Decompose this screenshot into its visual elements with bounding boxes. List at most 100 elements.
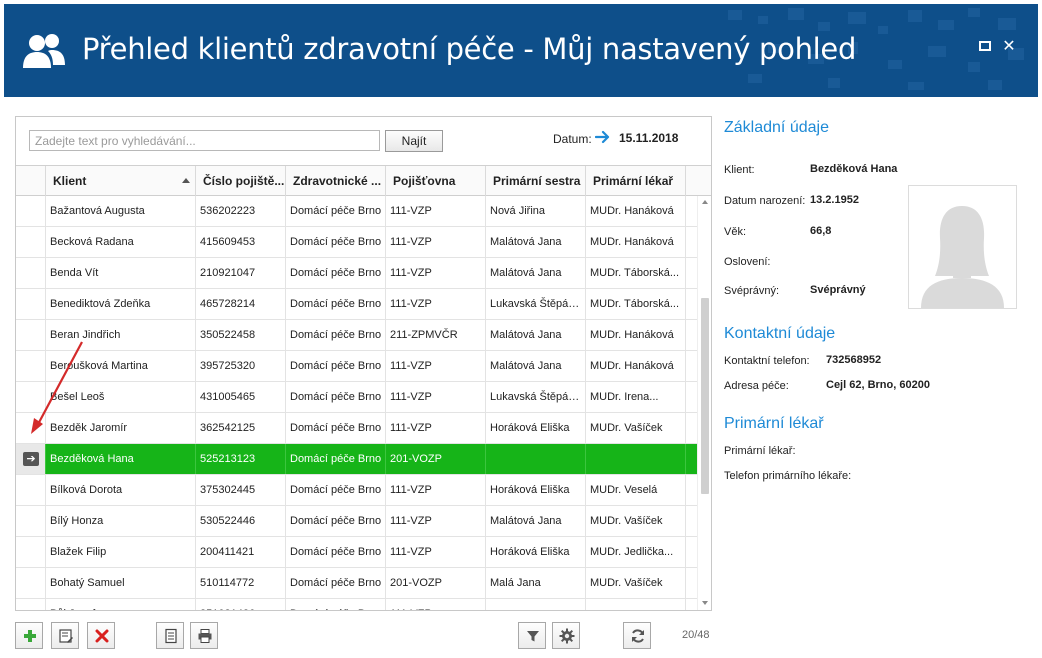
cell-primarni-lekar: MUDr. Hanáková	[586, 227, 686, 257]
table-row[interactable]: Bažantová Augusta 536202223 Domácí péče Br…	[16, 196, 697, 227]
table-row[interactable]: Beroušková Martina 395725320 Domácí péče B…	[16, 351, 697, 382]
cell-klient: Blažek Filip	[46, 537, 196, 567]
table-row[interactable]: Benediktová Zdeňka 465728214 Domácí péče B…	[16, 289, 697, 320]
row-indicator[interactable]	[16, 537, 46, 567]
birth-date-label: Datum narození:	[724, 195, 806, 207]
close-icon[interactable]: ✕	[1000, 37, 1018, 55]
settings-button[interactable]	[552, 622, 580, 649]
filter-button[interactable]	[518, 622, 546, 649]
row-indicator[interactable]	[16, 599, 46, 610]
cell-klient: Bešel Leoš	[46, 382, 196, 412]
window-title: Přehled klientů zdravotní péče - Můj nas…	[82, 32, 857, 66]
cell-pojistovna: 211-ZPMVČR	[386, 320, 486, 350]
table-row[interactable]: Becková Radana 415609453 Domácí péče Brno 1…	[16, 227, 697, 258]
row-indicator[interactable]	[16, 196, 46, 226]
header-label: Klient	[53, 174, 87, 188]
cell-pojistovna: 111-VZP	[386, 196, 486, 226]
cell-zdravotnicke-zarizeni: Domácí péče Brno	[286, 444, 386, 474]
row-indicator[interactable]	[16, 289, 46, 319]
cell-primarni-lekar: MUDr. Vašíček	[586, 568, 686, 598]
cell-primarni-lekar: MUDr. Vašíček	[586, 413, 686, 443]
cell-klient: Bílková Dorota	[46, 475, 196, 505]
cell-primarni-lekar: MUDr. Hanáková	[586, 196, 686, 226]
table-row[interactable]: Bílková Dorota 375302445 Domácí péče Brno 1…	[16, 475, 697, 506]
table-row[interactable]: Bohatý Samuel 510114772 Domácí péče Brno 20…	[16, 568, 697, 599]
row-indicator[interactable]	[16, 382, 46, 412]
cell-primarni-sestra: Malátová Jana	[486, 506, 586, 536]
cell-klient: Beran Jindřich	[46, 320, 196, 350]
contact-info-title: Kontaktní údaje	[724, 325, 836, 342]
row-indicator[interactable]	[16, 413, 46, 443]
table-row[interactable]: Bezděk Jaromír 362542125 Domácí péče Brno 1…	[16, 413, 697, 444]
header-primarni-lekar[interactable]: Primární lékař	[586, 166, 686, 196]
cell-primarni-lekar: MUDr. Veselá	[586, 475, 686, 505]
header-primarni-sestra[interactable]: Primární sestra	[486, 166, 586, 196]
header-pojistovna[interactable]: Pojišťovna	[386, 166, 486, 196]
cell-primarni-sestra: Malátová Jana	[486, 320, 586, 350]
greeting-label: Oslovení:	[724, 256, 771, 268]
settings-icon	[559, 628, 575, 644]
table-row[interactable]: Beran Jindřich 350522458 Domácí péče Brno 2…	[16, 320, 697, 351]
cell-klient: Bůl Josef	[46, 599, 196, 610]
header-zdravotnicke-zarizeni[interactable]: Zdravotnické ...	[286, 166, 386, 196]
cell-primarni-sestra: Lukavská Štěpánka	[486, 382, 586, 412]
header-cislo-pojistence[interactable]: Číslo pojiště...	[196, 166, 286, 196]
cell-primarni-sestra: Horáková Eliška	[486, 413, 586, 443]
table-row[interactable]: Benda Vít 210921047 Domácí péče Brno 111-VZ…	[16, 258, 697, 289]
row-indicator[interactable]	[16, 475, 46, 505]
date-value[interactable]: 15.11.2018	[619, 131, 678, 145]
doctor-phone-label: Telefon primárního lékaře:	[724, 470, 852, 482]
document-button[interactable]	[156, 622, 184, 649]
cell-primarni-sestra: Nová Jiřina	[486, 196, 586, 226]
table-row[interactable]: Bešel Leoš 431005465 Domácí péče Brno 111-V…	[16, 382, 697, 413]
cell-cislo-pojistence: 415609453	[196, 227, 286, 257]
table-row[interactable]: Blažek Filip 200411421 Domácí péče Brno 111…	[16, 537, 697, 568]
vertical-scrollbar[interactable]	[697, 196, 711, 610]
row-indicator[interactable]	[16, 258, 46, 288]
table-row-selected[interactable]: ➔ Bezděková Hana 525213123 Domácí péče Brno…	[16, 444, 697, 475]
competence-value: Svéprávný	[810, 284, 866, 296]
cell-klient: Bohatý Samuel	[46, 568, 196, 598]
cell-zdravotnicke-zarizeni: Domácí péče Brno	[286, 351, 386, 381]
add-button[interactable]	[15, 622, 43, 649]
maximize-icon[interactable]	[976, 37, 994, 55]
refresh-button[interactable]	[623, 622, 651, 649]
cell-primarni-sestra	[486, 444, 586, 474]
row-indicator[interactable]	[16, 568, 46, 598]
header-klient[interactable]: Klient	[46, 166, 196, 196]
cell-pojistovna: 111-VZP	[386, 413, 486, 443]
print-button[interactable]	[190, 622, 218, 649]
edit-button[interactable]	[51, 622, 79, 649]
row-indicator[interactable]	[16, 227, 46, 257]
cell-primarni-lekar: MUDr. Vašíček	[586, 506, 686, 536]
row-indicator[interactable]	[16, 320, 46, 350]
grid-header: Klient Číslo pojiště... Zdravotnické ...…	[16, 165, 711, 196]
row-indicator[interactable]	[16, 351, 46, 381]
cell-primarni-sestra: Horáková Eliška	[486, 475, 586, 505]
cell-zdravotnicke-zarizeni: Domácí péče Brno	[286, 506, 386, 536]
cell-klient: Beroušková Martina	[46, 351, 196, 381]
table-row[interactable]: Bílý Honza 530522446 Domácí péče Brno 111-V…	[16, 506, 697, 537]
arrow-right-icon[interactable]	[595, 129, 611, 145]
scroll-down-icon[interactable]	[702, 601, 708, 605]
row-indicator[interactable]	[16, 506, 46, 536]
cell-primarni-lekar	[586, 444, 686, 474]
search-button[interactable]: Najít	[385, 130, 443, 152]
cell-zdravotnicke-zarizeni: Domácí péče Brno	[286, 320, 386, 350]
cell-cislo-pojistence: 375302445	[196, 475, 286, 505]
basic-info-title: Základní údaje	[724, 119, 829, 136]
scroll-thumb[interactable]	[701, 298, 709, 494]
cell-pojistovna: 111-VZP	[386, 506, 486, 536]
delete-button[interactable]	[87, 622, 115, 649]
cell-zdravotnicke-zarizeni: Domácí péče Brno	[286, 568, 386, 598]
cell-primarni-lekar: MUDr. Jedlička...	[586, 537, 686, 567]
search-input[interactable]	[29, 130, 380, 151]
cell-klient: Becková Radana	[46, 227, 196, 257]
cell-primarni-lekar: MUDr. Irena...	[586, 382, 686, 412]
cell-klient: Bezděková Hana	[46, 444, 196, 474]
table-row[interactable]: Bůl Josef351021426Domácí péče Brno111-VZ…	[16, 599, 697, 610]
cell-primarni-lekar: MUDr. Táborská...	[586, 258, 686, 288]
cell-primarni-lekar: MUDr. Táborská...	[586, 289, 686, 319]
row-indicator[interactable]: ➔	[16, 444, 46, 474]
scroll-up-icon[interactable]	[702, 200, 708, 204]
